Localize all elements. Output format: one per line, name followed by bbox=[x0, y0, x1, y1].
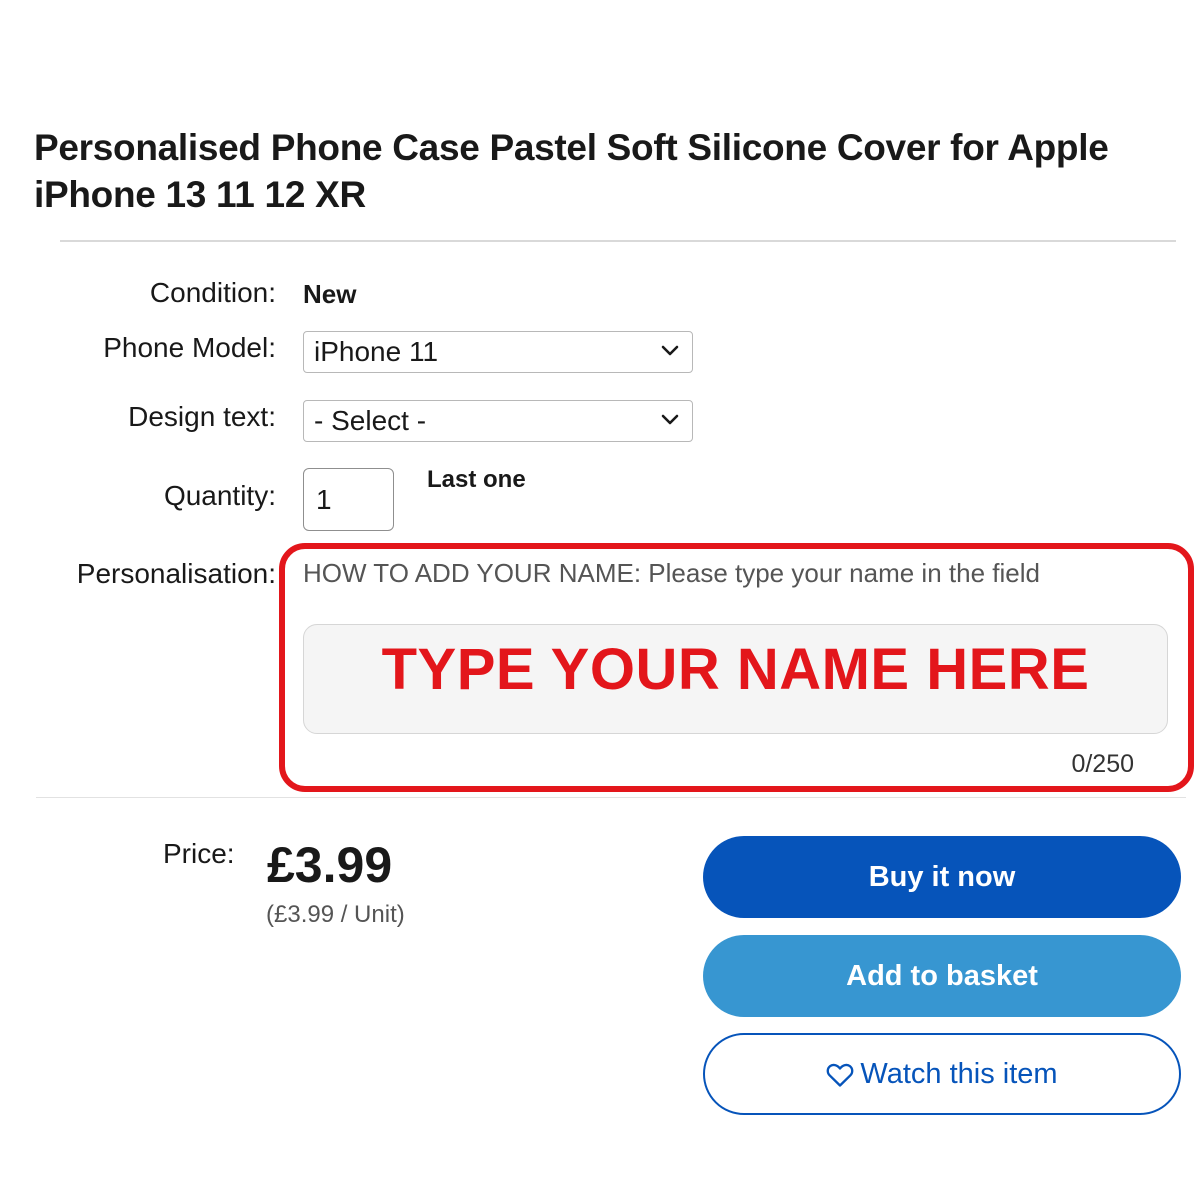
personalisation-placeholder: TYPE YOUR NAME HERE bbox=[381, 636, 1090, 702]
heart-icon bbox=[827, 1063, 854, 1087]
price: £3.99 bbox=[267, 837, 393, 893]
stock-note: Last one bbox=[427, 466, 526, 493]
condition-label: Condition: bbox=[149, 277, 276, 308]
watch-item-button[interactable]: Watch this item bbox=[703, 1033, 1181, 1115]
personalisation-textarea[interactable]: TYPE YOUR NAME HERE bbox=[303, 624, 1168, 734]
phone-model-label: Phone Model: bbox=[103, 332, 276, 363]
add-to-basket-button[interactable]: Add to basket bbox=[703, 935, 1181, 1017]
quantity-label: Quantity: bbox=[163, 480, 276, 511]
design-text-label: Design text: bbox=[128, 401, 276, 432]
chevron-down-icon bbox=[661, 414, 679, 425]
divider bbox=[60, 240, 1176, 242]
quantity-input[interactable] bbox=[303, 468, 394, 531]
chevron-down-icon bbox=[661, 345, 679, 356]
buy-now-label: Buy it now bbox=[868, 860, 1016, 893]
character-counter: 0/250 bbox=[1071, 750, 1134, 778]
divider bbox=[36, 797, 1186, 798]
add-to-basket-label: Add to basket bbox=[846, 959, 1038, 992]
design-text-select[interactable]: - Select - bbox=[303, 400, 693, 442]
personalisation-label: Personalisation: bbox=[76, 558, 276, 589]
design-text-selected-value: - Select - bbox=[314, 405, 427, 436]
price-label: Price: bbox=[163, 838, 235, 869]
watch-item-label: Watch this item bbox=[860, 1057, 1058, 1090]
condition-value: New bbox=[303, 279, 357, 309]
unit-price: (£3.99 / Unit) bbox=[266, 901, 405, 928]
phone-model-select[interactable]: iPhone 11 bbox=[303, 331, 693, 373]
phone-model-selected-value: iPhone 11 bbox=[314, 336, 439, 367]
buy-now-button[interactable]: Buy it now bbox=[703, 836, 1181, 918]
listing-title: Personalised Phone Case Pastel Soft Sili… bbox=[34, 127, 1109, 215]
personalisation-instructions: HOW TO ADD YOUR NAME: Please type your n… bbox=[303, 558, 1040, 588]
